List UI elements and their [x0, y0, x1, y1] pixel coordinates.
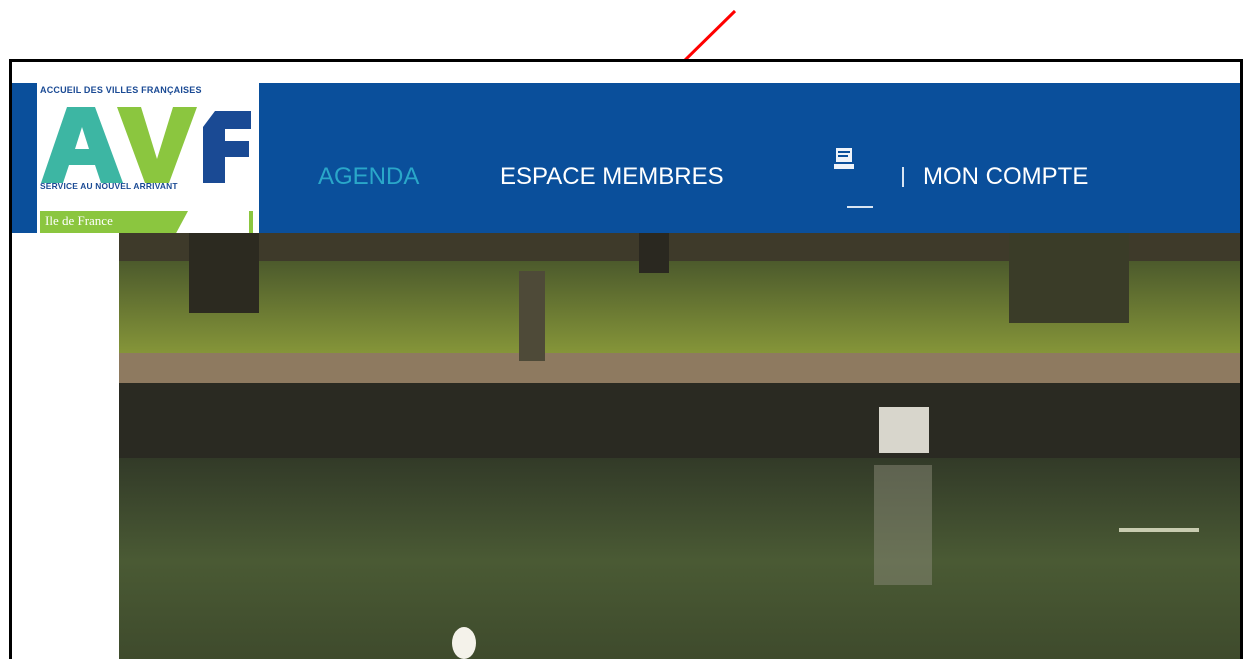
nav-mon-compte[interactable]: MON COMPTE: [923, 163, 1088, 191]
cart-icon[interactable]: [832, 146, 856, 172]
icon-underline: [847, 206, 873, 208]
hero-photo: [119, 233, 1240, 659]
browser-frame: AGENDA ESPACE MEMBRES MON COMPTE ACCUEIL…: [9, 59, 1243, 659]
logo-letters-graphic: [41, 107, 251, 183]
logo-top-text: ACCUEIL DES VILLES FRANÇAISES: [40, 85, 202, 95]
logo-bottom-text: SERVICE AU NOUVEL ARRIVANT: [40, 181, 178, 191]
nav-separator: [902, 167, 904, 187]
logo-region-text: Ile de France: [45, 213, 113, 228]
logo-accent-bar: [249, 211, 253, 233]
avf-logo[interactable]: ACCUEIL DES VILLES FRANÇAISES SERVICE AU…: [37, 83, 259, 233]
nav-espace-membres[interactable]: ESPACE MEMBRES: [500, 163, 724, 191]
nav-agenda[interactable]: AGENDA: [318, 163, 419, 191]
